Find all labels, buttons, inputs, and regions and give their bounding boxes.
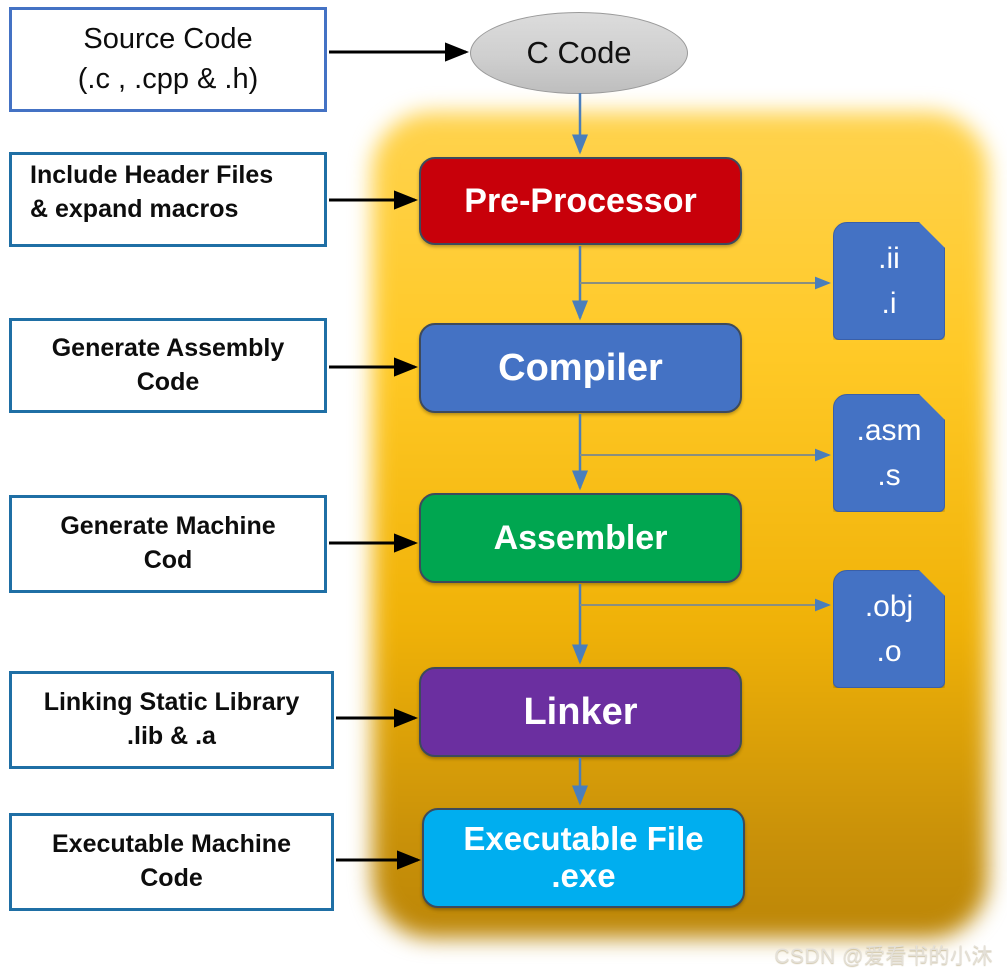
connector-layer <box>329 42 831 870</box>
csdn-watermark: CSDN @爱看书的小沐 <box>774 945 993 968</box>
diagram-canvas: Source Code (.c , .cpp & .h) Include Hea… <box>0 0 1007 978</box>
